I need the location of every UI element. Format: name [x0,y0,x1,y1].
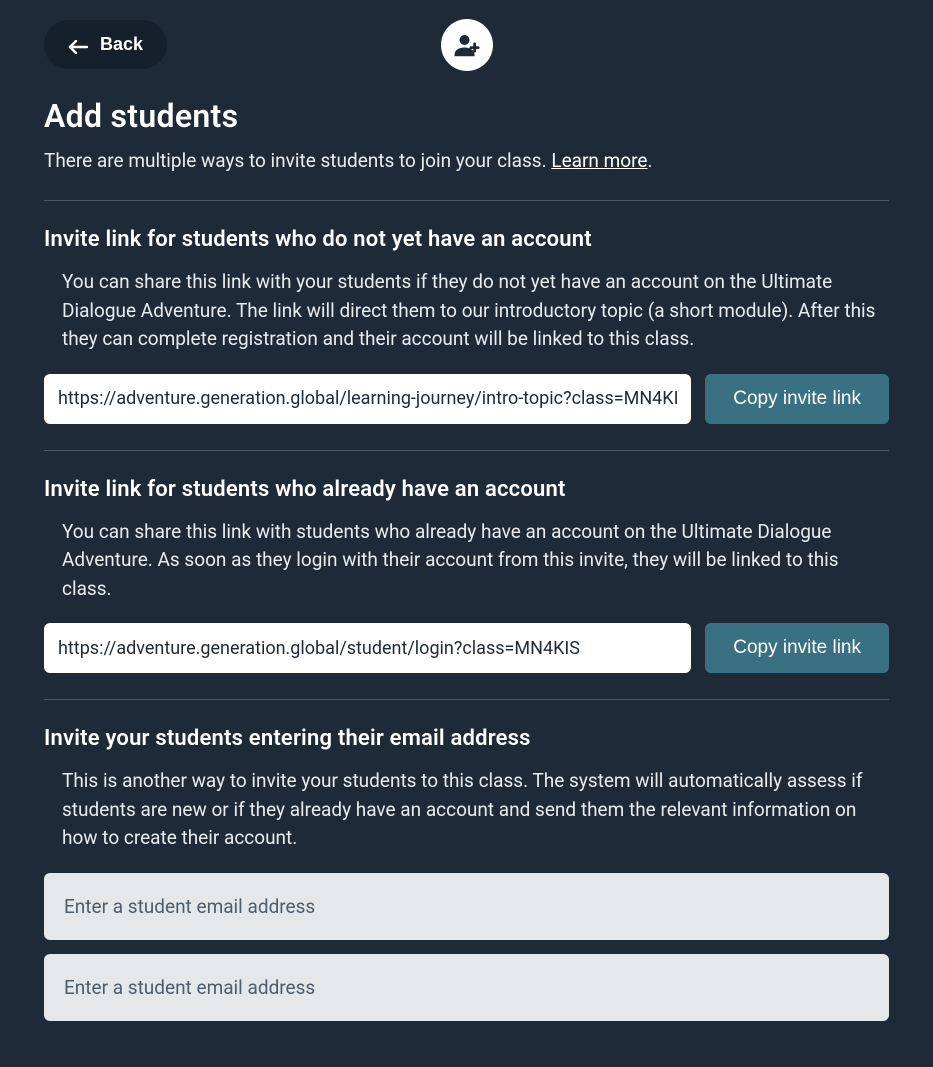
section-heading-no-account: Invite link for students who do not yet … [44,227,889,252]
header-row: Back [44,20,889,69]
section-desc-by-email: This is another way to invite your stude… [44,767,889,853]
add-user-icon [441,19,493,71]
learn-more-link[interactable]: Learn more [551,149,647,172]
link-row-no-account: Copy invite link [44,374,889,424]
section-heading-has-account: Invite link for students who already hav… [44,477,889,502]
section-has-account: Invite link for students who already hav… [44,451,889,700]
page-title: Add students [44,97,889,135]
link-row-has-account: Copy invite link [44,623,889,673]
copy-invite-link-button-has-account[interactable]: Copy invite link [705,623,889,673]
intro-text: There are multiple ways to invite studen… [44,149,889,172]
section-heading-by-email: Invite your students entering their emai… [44,726,889,751]
copy-invite-link-button-no-account[interactable]: Copy invite link [705,374,889,424]
invite-link-input-has-account[interactable] [44,623,691,673]
back-button[interactable]: Back [44,20,167,69]
email-inputs [44,873,889,1021]
email-input-2[interactable] [44,954,889,1021]
section-by-email: Invite your students entering their emai… [44,700,889,1047]
arrow-left-icon [68,38,88,52]
section-desc-no-account: You can share this link with your studen… [44,268,889,354]
back-label: Back [100,34,143,55]
intro-text-body: There are multiple ways to invite studen… [44,149,551,172]
section-desc-has-account: You can share this link with students wh… [44,518,889,604]
intro-suffix: . [647,149,652,172]
invite-link-input-no-account[interactable] [44,374,691,424]
section-no-account: Invite link for students who do not yet … [44,201,889,450]
email-input-1[interactable] [44,873,889,940]
